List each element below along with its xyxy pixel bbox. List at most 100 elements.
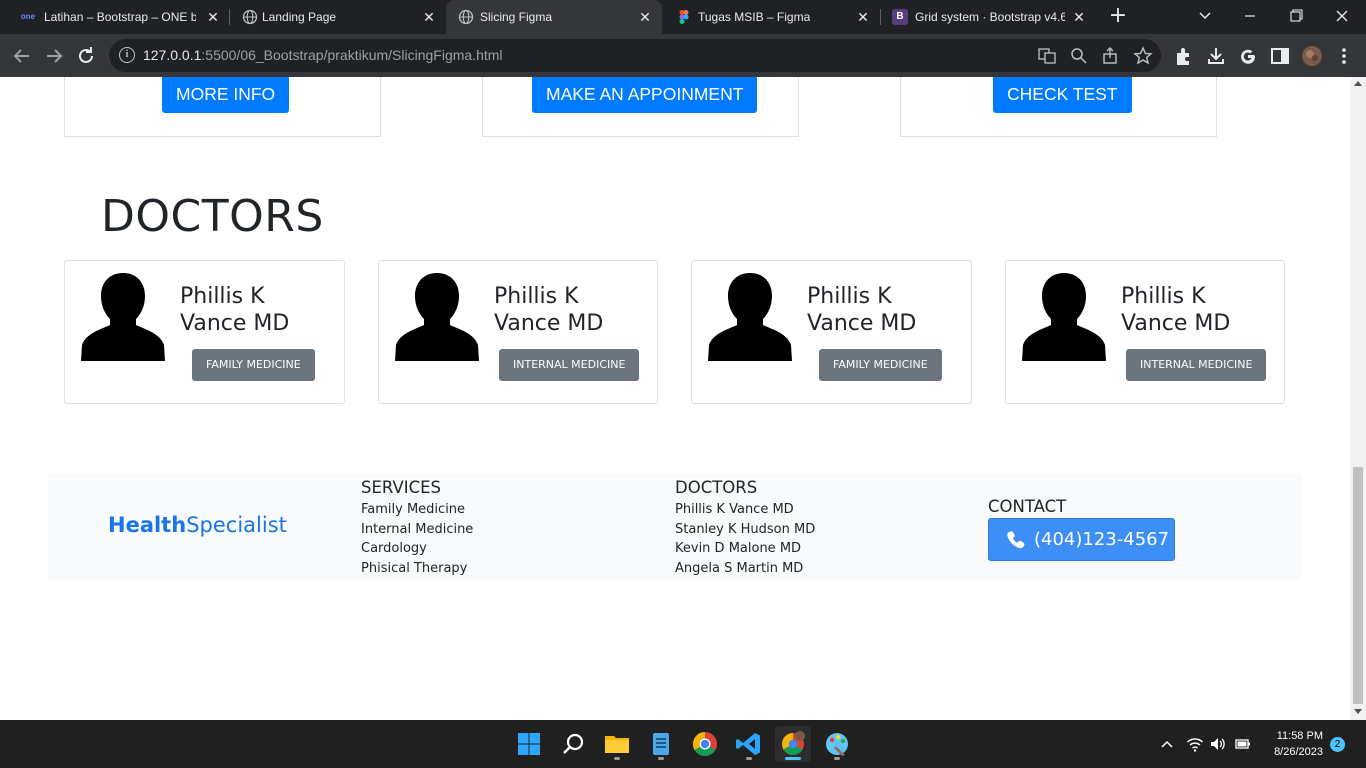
minimize-icon[interactable] xyxy=(1238,5,1262,27)
active-indicator xyxy=(785,757,801,760)
page-scrollbar[interactable] xyxy=(1350,77,1366,720)
close-window-icon[interactable] xyxy=(1330,5,1354,27)
more-info-button[interactable]: MORE INFO xyxy=(162,77,290,113)
close-icon[interactable]: ✕ xyxy=(1070,8,1088,26)
translate-icon[interactable] xyxy=(1037,46,1057,66)
tab-title: Grid system · Bootstrap v4.6 xyxy=(915,10,1065,24)
specialty-badge[interactable]: FAMILY MEDICINE xyxy=(192,349,315,381)
scroll-down-arrow-icon[interactable] xyxy=(1354,709,1362,714)
notification-badge[interactable]: 2 xyxy=(1330,737,1345,752)
tab-grid-system-bootstrap[interactable]: B Grid system · Bootstrap v4.6 ✕ xyxy=(880,0,1096,34)
restore-icon[interactable] xyxy=(1284,5,1308,27)
close-icon[interactable]: ✕ xyxy=(854,8,872,26)
bookmark-star-icon[interactable] xyxy=(1133,46,1153,66)
browser-toolbar: i 127.0.0.1:5500/06_Bootstrap/praktikum/… xyxy=(0,34,1366,77)
footer-doctor-link[interactable]: Angela S Martin MD xyxy=(675,559,815,579)
tab-tugas-msib-figma[interactable]: Tugas MSIB – Figma ✕ xyxy=(664,0,880,34)
footer-doctors-column: DOCTORS Phillis K Vance MD Stanley K Hud… xyxy=(675,478,815,579)
taskbar-chrome-profile[interactable] xyxy=(775,726,811,762)
url-path: :5500/06_Bootstrap/praktikum/SlicingFigm… xyxy=(201,47,503,63)
footer-doctors-heading: DOCTORS xyxy=(675,478,758,497)
phone-icon xyxy=(1007,531,1025,549)
person-silhouette-icon xyxy=(81,273,165,361)
doctor-card: Phillis K Vance MD FAMILY MEDICINE xyxy=(64,260,345,404)
site-info-icon[interactable]: i xyxy=(119,47,135,63)
running-indicator xyxy=(746,757,752,760)
footer-service-link[interactable]: Internal Medicine xyxy=(361,520,473,540)
close-icon[interactable]: ✕ xyxy=(636,8,654,26)
specialty-badge[interactable]: INTERNAL MEDICINE xyxy=(499,349,640,381)
forward-arrow-icon[interactable] xyxy=(42,44,66,68)
footer-service-link[interactable]: Cardology xyxy=(361,539,473,559)
close-icon[interactable]: ✕ xyxy=(204,8,222,26)
make-appointment-button[interactable]: MAKE AN APPOINMENT xyxy=(532,77,758,113)
globe-icon xyxy=(458,9,474,25)
bootstrap-icon: B xyxy=(892,9,908,25)
download-icon[interactable] xyxy=(1205,45,1227,67)
taskbar-paint[interactable] xyxy=(819,726,855,762)
tab-title: Latihan – Bootstrap – ONE by xyxy=(44,10,196,24)
running-indicator xyxy=(614,757,620,760)
share-icon[interactable] xyxy=(1101,46,1121,66)
clock-time: 11:58 PM xyxy=(1276,730,1323,742)
specialty-badge[interactable]: FAMILY MEDICINE xyxy=(819,349,942,381)
tab-search-icon[interactable] xyxy=(1193,5,1217,27)
phone-contact-button[interactable]: (404)123-4567 xyxy=(988,518,1175,561)
page-viewport: MORE INFO MAKE AN APPOINMENT CHECK TEST … xyxy=(0,77,1350,720)
footer-services-column: SERVICES Family Medicine Internal Medici… xyxy=(361,478,473,579)
chevron-up-icon[interactable] xyxy=(1158,735,1176,753)
tab-slicing-figma[interactable]: Slicing Figma ✕ xyxy=(446,0,662,34)
scrollbar-thumb[interactable] xyxy=(1353,467,1363,704)
tab-title: Slicing Figma xyxy=(480,10,553,24)
doctor-card: Phillis K Vance MD INTERNAL MEDICINE xyxy=(378,260,658,404)
tab-latihan-bootstrap[interactable]: one Latihan – Bootstrap – ONE by ✕ xyxy=(8,0,230,34)
scroll-up-arrow-icon[interactable] xyxy=(1354,81,1362,86)
brand-part-1: Health xyxy=(108,513,187,537)
battery-icon[interactable] xyxy=(1234,735,1252,753)
reload-icon[interactable] xyxy=(74,44,98,68)
windows-start-icon xyxy=(518,733,540,755)
taskbar-notepad[interactable] xyxy=(643,726,679,762)
footer-contact-heading: CONTACT xyxy=(988,497,1067,516)
check-test-button[interactable]: CHECK TEST xyxy=(993,77,1132,113)
side-panel-icon[interactable] xyxy=(1269,45,1291,67)
footer-service-link[interactable]: Phisical Therapy xyxy=(361,559,473,579)
extensions-puzzle-icon[interactable] xyxy=(1173,45,1195,67)
footer-doctor-link[interactable]: Stanley K Hudson MD xyxy=(675,520,815,540)
footer-doctor-link[interactable]: Kevin D Malone MD xyxy=(675,539,815,559)
globe-icon xyxy=(242,9,258,25)
running-indicator xyxy=(834,757,840,760)
taskbar-file-explorer[interactable] xyxy=(599,726,635,762)
taskbar-search[interactable] xyxy=(555,726,591,762)
doctor-name: Phillis K Vance MD xyxy=(494,284,604,336)
doctors-section-title: DOCTORS xyxy=(101,191,324,242)
profile-avatar-icon[interactable] xyxy=(1301,45,1323,67)
clock-date: 8/26/2023 xyxy=(1274,746,1323,758)
doctor-card: Phillis K Vance MD FAMILY MEDICINE xyxy=(691,260,972,404)
footer-doctor-link[interactable]: Phillis K Vance MD xyxy=(675,500,815,520)
person-silhouette-icon xyxy=(395,273,479,361)
taskbar-clock[interactable]: 11:58 PM 8/26/2023 xyxy=(1267,728,1323,760)
more-menu-icon[interactable] xyxy=(1333,45,1355,67)
footer-service-link[interactable]: Family Medicine xyxy=(361,500,473,520)
new-tab-button[interactable]: + xyxy=(1107,5,1129,28)
close-icon[interactable]: ✕ xyxy=(420,8,438,26)
tab-title: Landing Page xyxy=(262,10,337,24)
specialty-badge[interactable]: INTERNAL MEDICINE xyxy=(1126,349,1267,381)
start-button[interactable] xyxy=(511,726,547,762)
search-icon xyxy=(563,733,584,754)
person-silhouette-icon xyxy=(1022,273,1106,361)
volume-icon[interactable] xyxy=(1209,735,1227,753)
back-arrow-icon[interactable] xyxy=(10,44,34,68)
address-bar[interactable]: i 127.0.0.1:5500/06_Bootstrap/praktikum/… xyxy=(109,39,1161,72)
url-text[interactable]: 127.0.0.1:5500/06_Bootstrap/praktikum/Sl… xyxy=(143,47,503,63)
brand-logo[interactable]: HealthSpecialist xyxy=(108,513,287,537)
google-g-icon[interactable] xyxy=(1237,45,1259,67)
wifi-icon[interactable] xyxy=(1186,735,1204,753)
taskbar-vscode[interactable] xyxy=(731,726,767,762)
zoom-icon[interactable] xyxy=(1069,46,1089,66)
windows-taskbar: 11:58 PM 8/26/2023 2 xyxy=(0,720,1366,768)
taskbar-chrome[interactable] xyxy=(687,726,723,762)
service-card-appointment: MAKE AN APPOINMENT xyxy=(482,77,799,137)
tab-landing-page[interactable]: Landing Page ✕ xyxy=(230,0,446,34)
